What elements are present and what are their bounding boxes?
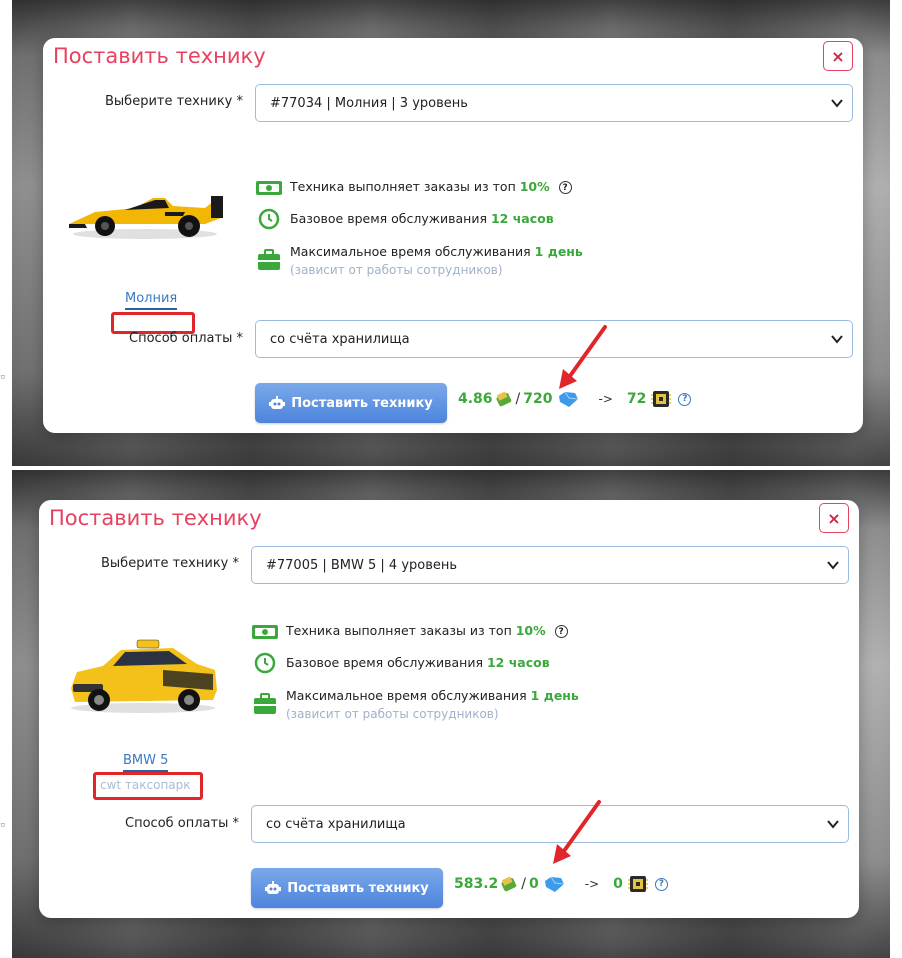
payment-select-value: со счёта хранилища <box>266 816 406 832</box>
modal-title: Поставить технику <box>49 506 262 530</box>
place-equipment-button-label: Поставить технику <box>287 880 429 896</box>
place-equipment-modal: Поставить технику × Выберите технику * #… <box>43 38 863 433</box>
price-money: 583.2 <box>454 876 499 892</box>
price-money: 4.86 <box>458 391 493 407</box>
chevron-down-icon <box>827 820 839 829</box>
help-icon[interactable]: ? <box>554 625 568 638</box>
robot-icon <box>269 396 286 409</box>
price-slash: / <box>521 876 527 892</box>
info-orders-value: 10% <box>519 179 550 194</box>
equipment-select-label: Выберите технику * <box>101 556 239 571</box>
chip-icon <box>627 876 648 892</box>
annotation-arrow <box>553 800 601 864</box>
info-base-time-text: Базовое время обслуживания <box>290 211 487 226</box>
info-orders-row: Техника выполняет заказы из топ 10% ? <box>255 177 572 199</box>
info-max-time-row: Максимальное время обслуживания 1 день (… <box>255 243 583 279</box>
info-max-time-row: Максимальное время обслуживания 1 день (… <box>251 687 579 723</box>
price-chips: 0 <box>613 876 623 892</box>
price-gems: 0 <box>529 876 539 892</box>
screenshot-panel-bottom: ▫ Поставить технику × Выберите технику *… <box>0 470 902 958</box>
close-icon: × <box>831 46 845 66</box>
money-icon <box>251 621 279 643</box>
info-base-time-row: Базовое время обслуживания 12 часов <box>255 208 554 230</box>
car-name-link[interactable]: BMW 5 <box>123 753 169 772</box>
place-equipment-modal: Поставить технику × Выберите технику * #… <box>39 500 859 918</box>
robot-icon <box>265 881 282 894</box>
help-icon[interactable]: ? <box>558 181 572 194</box>
chip-icon <box>651 391 672 407</box>
money-icon <box>255 177 283 199</box>
taxi-car-image <box>71 639 217 713</box>
info-base-time-value: 12 часов <box>486 655 550 670</box>
info-max-time-value: 1 день <box>534 244 583 259</box>
close-button[interactable]: × <box>819 503 849 533</box>
info-orders-text: Техника выполняет заказы из топ <box>286 623 512 638</box>
modal-title: Поставить технику <box>53 44 266 68</box>
close-icon: × <box>827 508 841 528</box>
edge-marker: ▫ <box>0 820 6 830</box>
place-equipment-button-label: Поставить технику <box>291 395 433 411</box>
info-max-time-text: Максимальное время обслуживания <box>286 688 527 703</box>
info-base-time-text: Базовое время обслуживания <box>286 655 483 670</box>
info-orders-text: Техника выполняет заказы из топ <box>290 179 516 194</box>
help-icon[interactable]: ? <box>678 392 692 406</box>
clock-icon <box>255 208 283 230</box>
equipment-select[interactable]: #77034 | Молния | 3 уровень <box>255 84 853 122</box>
info-orders-row: Техника выполняет заказы из топ 10% ? <box>251 621 568 643</box>
annotation-arrow <box>559 325 607 389</box>
money-bag-icon <box>501 876 517 892</box>
equipment-select-value: #77034 | Молния | 3 уровень <box>270 95 468 111</box>
chevron-down-icon <box>827 561 839 570</box>
info-base-time-value: 12 часов <box>490 211 554 226</box>
price-slash: / <box>515 391 521 407</box>
screenshot-panel-top: ▫ Поставить технику × Выберите технику *… <box>0 0 902 466</box>
equipment-select[interactable]: #77005 | BMW 5 | 4 уровень <box>251 546 849 584</box>
money-bag-icon <box>496 391 511 407</box>
clock-icon <box>251 652 279 674</box>
price-row: 583.2 / 0 -> 0 ? <box>454 873 668 895</box>
car-name-link[interactable]: Молния <box>125 291 178 310</box>
edge-marker: ▫ <box>0 372 6 382</box>
place-equipment-button[interactable]: Поставить технику <box>251 868 443 908</box>
payment-select-label: Способ оплаты * <box>125 816 239 831</box>
payment-select-value: со счёта хранилища <box>270 331 410 347</box>
price-arrow: -> <box>598 392 613 406</box>
car-subtitle <box>114 315 192 318</box>
briefcase-icon <box>251 693 279 715</box>
help-icon[interactable]: ? <box>654 877 668 891</box>
chevron-down-icon <box>831 335 843 344</box>
equipment-select-label: Выберите технику * <box>105 94 243 109</box>
info-max-time-text: Максимальное время обслуживания <box>290 244 531 259</box>
formula-car-image <box>69 196 223 239</box>
chevron-down-icon <box>831 99 843 108</box>
info-orders-value: 10% <box>515 623 546 638</box>
price-chips: 72 <box>626 391 647 407</box>
info-base-time-row: Базовое время обслуживания 12 часов <box>251 652 550 674</box>
briefcase-icon <box>255 249 283 271</box>
info-max-time-value: 1 день <box>530 688 579 703</box>
price-arrow: -> <box>584 877 600 891</box>
place-equipment-button[interactable]: Поставить технику <box>255 383 447 423</box>
highlight-box: cwt таксопарк <box>93 772 203 800</box>
close-button[interactable]: × <box>823 41 853 71</box>
price-gems: 720 <box>523 391 553 407</box>
payment-select-label: Способ оплаты * <box>129 331 243 346</box>
info-max-time-note: (зависит от работы сотрудников) <box>290 263 503 277</box>
gem-icon <box>544 876 564 892</box>
equipment-select-value: #77005 | BMW 5 | 4 уровень <box>266 557 458 573</box>
info-max-time-note: (зависит от работы сотрудников) <box>286 707 499 721</box>
car-subtitle: cwt таксопарк <box>100 778 191 792</box>
